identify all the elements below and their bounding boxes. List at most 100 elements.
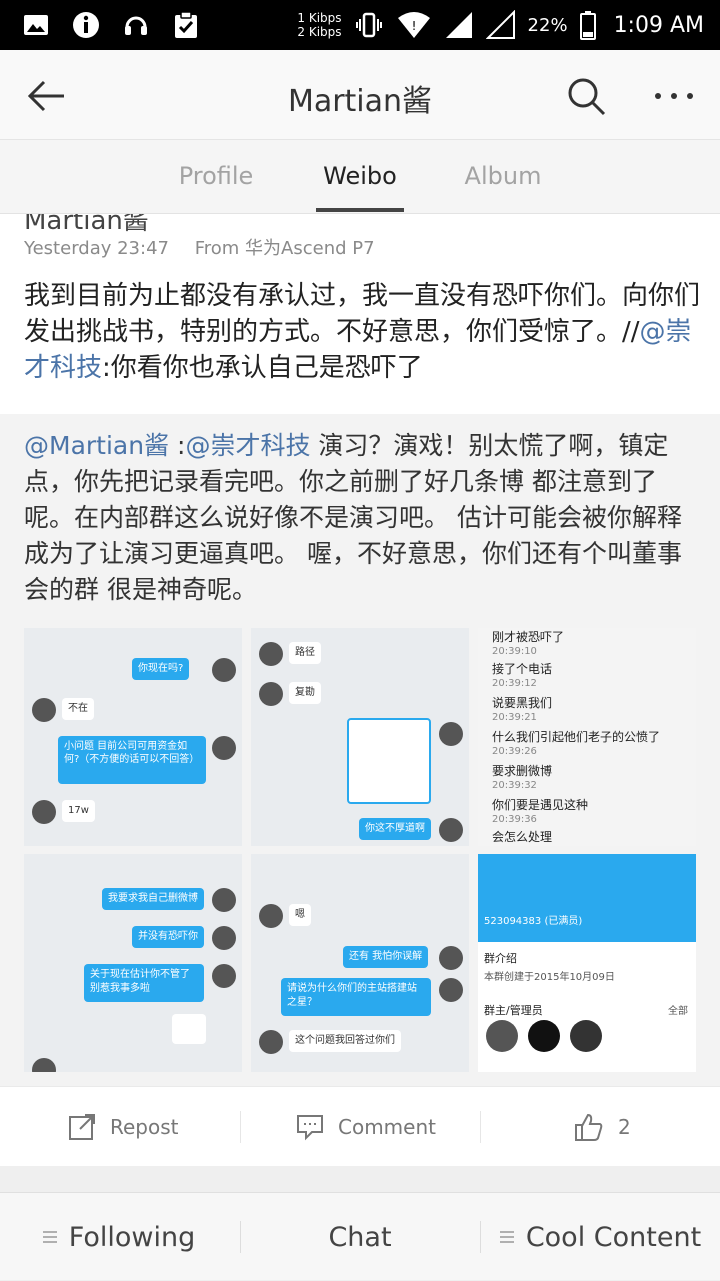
avatar xyxy=(528,1020,560,1052)
divider xyxy=(480,1111,481,1143)
signal-icon xyxy=(445,12,472,38)
comment-icon xyxy=(297,1115,323,1141)
group-banner xyxy=(478,854,696,942)
chat-bubble: 你这不厚道啊 xyxy=(359,818,431,840)
group-created: 本群创建于2015年10月09日 xyxy=(484,972,615,983)
avatar xyxy=(32,698,56,722)
chat-log-screenshot[interactable]: 刚才被恐吓了 20:39:10 接了个电话 20:39:12 说要黑我们 20:… xyxy=(478,628,696,846)
battery-percent: 22% xyxy=(527,14,568,36)
weibo-post: Martian酱 Yesterday 23:47 From 华为Ascend P… xyxy=(0,214,720,1086)
download-speed: 2 Kibps xyxy=(297,25,342,39)
nav-following[interactable]: Following xyxy=(0,1193,238,1281)
avatar xyxy=(439,946,463,970)
log-line: 会怎么处理 xyxy=(492,830,553,844)
signal-icon xyxy=(485,10,515,39)
chat-screenshot-2[interactable]: 路径 复勘 你这不厚道啊 xyxy=(251,628,469,846)
chat-bubble: 嗯 xyxy=(289,904,311,926)
avatar xyxy=(570,1020,602,1052)
avatar xyxy=(212,736,236,760)
avatar xyxy=(32,800,56,824)
log-timestamp: 20:39:26 xyxy=(492,746,537,757)
nav-cool-content-label: Cool Content xyxy=(525,1221,702,1253)
avatar xyxy=(212,658,236,682)
search-icon[interactable] xyxy=(564,74,608,118)
log-line: 说要黑我们 xyxy=(492,696,553,710)
tab-profile[interactable]: Profile xyxy=(151,162,281,190)
post-actions: Repost Comment 2 xyxy=(0,1086,720,1166)
repost-icon xyxy=(69,1114,95,1140)
post-source: From 华为Ascend P7 xyxy=(194,238,375,259)
comment-label: Comment xyxy=(338,1115,436,1139)
notification-icons xyxy=(20,9,202,41)
log-timestamp: 20:39:36 xyxy=(492,814,537,825)
status-bar: 1 Kibps 2 Kibps ! 22% 1:09 AM xyxy=(0,0,720,50)
avatar xyxy=(439,818,463,842)
post-meta: Yesterday 23:47 From 华为Ascend P7 xyxy=(24,234,395,260)
chat-bubble: 这个问题我回答过你们 xyxy=(289,1030,401,1052)
mention-link[interactable]: @崇才科技 xyxy=(185,431,310,460)
log-timestamp: 20:39:32 xyxy=(492,780,537,791)
vibrate-icon xyxy=(355,12,382,38)
like-button[interactable]: 2 xyxy=(574,1087,631,1167)
group-intro-label: 群介绍 xyxy=(484,952,517,965)
like-count: 2 xyxy=(618,1115,631,1139)
chat-screenshot-1[interactable]: 你现在吗? 不在 小问题 目前公司可用资金如何?（不方便的话可以不回答） 17w xyxy=(24,628,242,846)
chat-screenshot-3[interactable]: 我要求我自己删微博 并没有恐吓你 关于现在估计你不管了 别惹我事多啦 xyxy=(24,854,242,1072)
more-icon[interactable] xyxy=(650,74,698,118)
avatar xyxy=(439,978,463,1002)
chat-bubble: 复勘 xyxy=(289,682,321,704)
embedded-screenshot xyxy=(347,718,431,804)
headset-icon xyxy=(125,16,147,35)
avatar xyxy=(212,964,236,988)
profile-tabs: Profile Weibo Album xyxy=(0,140,720,214)
image-grid: 你现在吗? 不在 小问题 目前公司可用资金如何?（不方便的话可以不回答） 17w… xyxy=(24,628,696,1072)
avatar xyxy=(439,722,463,746)
upload-speed: 1 Kibps xyxy=(297,11,342,25)
avatar xyxy=(486,1020,518,1052)
chat-screenshot-4[interactable]: 嗯 还有 我怕你误解 请说为什么你们的主站搭建站之星？ 这个问题我回答过你们 xyxy=(251,854,469,1072)
wifi-icon: ! xyxy=(397,12,430,38)
repost-button[interactable]: Repost xyxy=(68,1087,179,1167)
active-tab-indicator xyxy=(316,208,404,212)
nav-chat[interactable]: Chat xyxy=(241,1193,479,1281)
log-line: 接了个电话 xyxy=(492,662,553,676)
chat-bubble: 17w xyxy=(62,800,95,822)
log-line: 要求删微博 xyxy=(492,764,553,778)
repost-label: Repost xyxy=(110,1115,179,1139)
tab-album[interactable]: Album xyxy=(438,162,568,190)
group-number: 523094383 (已满员) xyxy=(484,916,583,927)
chat-bubble: 不在 xyxy=(62,698,94,720)
tab-weibo[interactable]: Weibo xyxy=(295,162,425,190)
chat-bubble: 路径 xyxy=(289,642,321,664)
nav-chat-label: Chat xyxy=(328,1221,392,1253)
quoted-post[interactable]: @Martian酱 :@崇才科技 演习？演戏！别太慌了啊，镇定点，你先把记录看完… xyxy=(0,414,720,1086)
log-line: 你们要是遇见这种 xyxy=(492,798,589,812)
log-timestamp: 20:39:10 xyxy=(492,646,537,657)
post-time: Yesterday 23:47 xyxy=(24,238,169,259)
group-admins-label: 群主/管理员 xyxy=(484,1004,543,1017)
avatar xyxy=(212,926,236,950)
avatar xyxy=(32,1058,56,1072)
status-indicators: 1 Kibps 2 Kibps ! 22% 1:09 AM xyxy=(297,0,704,50)
mention-link[interactable]: @Martian酱 xyxy=(24,431,169,460)
gallery-icon xyxy=(24,15,48,35)
chat-bubble: 关于现在估计你不管了 别惹我事多啦 xyxy=(84,964,204,1002)
app-bar: Martian酱 xyxy=(0,50,720,140)
chat-bubble: 请说为什么你们的主站搭建站之星？ xyxy=(281,978,431,1016)
log-line: 什么我们引起他们老子的公愤了 xyxy=(492,730,661,744)
avatar xyxy=(259,642,283,666)
comment-button[interactable]: Comment xyxy=(296,1087,436,1167)
chat-bubble: 还有 我怕你误解 xyxy=(343,946,429,968)
quoted-text: @Martian酱 :@崇才科技 演习？演戏！别太慌了啊，镇定点，你先把记录看完… xyxy=(24,431,682,604)
clipboard-check-icon xyxy=(175,11,197,38)
sticker xyxy=(172,1014,206,1044)
log-line: 刚才被恐吓了 xyxy=(492,630,565,644)
log-timestamp: 20:39:12 xyxy=(492,678,537,689)
avatar xyxy=(259,682,283,706)
clock: 1:09 AM xyxy=(613,12,704,38)
nav-cool-content[interactable]: Cool Content xyxy=(481,1193,720,1281)
group-info-screenshot[interactable]: 523094383 (已满员) 群介绍 本群创建于2015年10月09日 群主/… xyxy=(478,854,696,1072)
chat-bubble: 我要求我自己删微博 xyxy=(102,888,204,910)
avatar xyxy=(259,1030,283,1054)
avatar xyxy=(259,904,283,928)
